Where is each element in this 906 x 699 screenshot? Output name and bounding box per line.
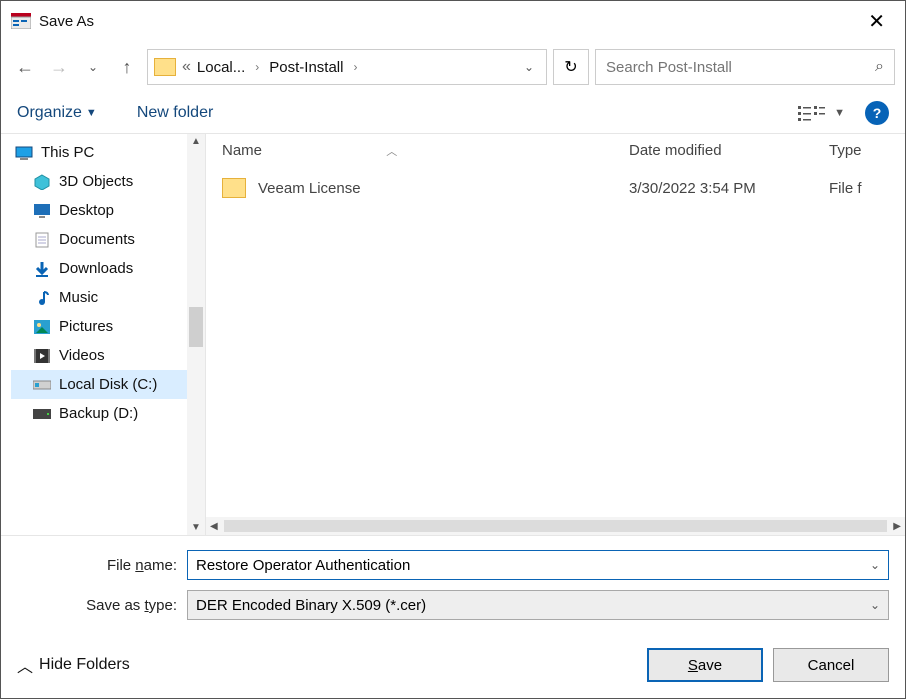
cancel-button[interactable]: Cancel (773, 648, 889, 682)
item-type: File f (829, 180, 889, 197)
view-options-button[interactable]: ▼ (798, 104, 845, 122)
filename-label: File name: (17, 557, 187, 574)
chevron-right-icon[interactable]: › (347, 60, 363, 74)
up-button[interactable]: ↑ (113, 53, 141, 81)
chevron-right-icon[interactable]: › (249, 60, 265, 74)
item-date: 3/30/2022 3:54 PM (629, 180, 829, 197)
tree-music[interactable]: Music (11, 283, 205, 312)
scroll-thumb[interactable] (224, 520, 888, 532)
music-icon (33, 290, 51, 306)
back-button[interactable]: ← (11, 53, 39, 81)
filename-input[interactable] (196, 557, 870, 574)
tree-3d-objects[interactable]: 3D Objects (11, 167, 205, 196)
title-bar: Save As ✕ (1, 1, 905, 41)
toolbar: Organize ▼ New folder ▼ ? (1, 93, 905, 133)
videos-icon (33, 348, 51, 364)
chevron-down-icon: ⌄ (870, 598, 880, 612)
breadcrumb-expand[interactable]: ⌄ (518, 60, 540, 74)
filename-field: File name: ⌄ (17, 550, 889, 580)
footer: File name: ⌄ Save as type: DER Encoded B… (1, 535, 905, 632)
tree-scrollbar[interactable]: ▲ ▼ (187, 134, 205, 535)
filetype-field: Save as type: DER Encoded Binary X.509 (… (17, 590, 889, 620)
drive-icon (33, 377, 51, 393)
tree-documents[interactable]: Documents (11, 225, 205, 254)
this-pc-icon (15, 145, 33, 161)
drive-icon (33, 406, 51, 422)
actions-row: ︿ Hide Folders Save Cancel (1, 632, 905, 698)
chevron-down-icon: ▼ (86, 107, 97, 119)
view-icon (798, 104, 826, 122)
nav-row: ← → ⌄ ↑ « Local... › Post-Install › ⌄ ↻ … (1, 41, 905, 93)
scroll-thumb[interactable] (189, 307, 203, 347)
tree-this-pc[interactable]: This PC (11, 138, 205, 167)
organize-label: Organize (17, 104, 82, 122)
file-list: Name ︿ Date modified Type Veeam License … (206, 134, 905, 535)
sort-icon: ︿ (386, 146, 397, 158)
downloads-icon (33, 261, 51, 277)
list-item[interactable]: Veeam License 3/30/2022 3:54 PM File f (222, 174, 889, 202)
breadcrumb-prefix: « (182, 58, 191, 76)
save-button[interactable]: Save (647, 648, 763, 682)
search-box[interactable]: ⌕ (595, 49, 895, 85)
nav-tree[interactable]: This PC 3D Objects Desktop Documents (1, 134, 206, 535)
breadcrumb[interactable]: « Local... › Post-Install › ⌄ (147, 49, 547, 85)
chevron-down-icon[interactable]: ⌄ (870, 558, 880, 572)
organize-button[interactable]: Organize ▼ (17, 104, 97, 122)
search-icon[interactable]: ⌕ (875, 58, 884, 76)
window-title: Save As (39, 13, 858, 30)
tree-backup-d[interactable]: Backup (D:) (11, 399, 205, 428)
recent-dropdown[interactable]: ⌄ (79, 53, 107, 81)
item-name: Veeam License (258, 180, 629, 197)
hide-folders-button[interactable]: ︿ Hide Folders (17, 653, 130, 677)
folder-icon (154, 58, 176, 76)
app-icon (11, 13, 31, 29)
tree-pictures[interactable]: Pictures (11, 312, 205, 341)
chevron-down-icon: ▼ (834, 107, 845, 119)
scroll-down-icon[interactable]: ▼ (191, 522, 201, 533)
tree-videos[interactable]: Videos (11, 341, 205, 370)
forward-button[interactable]: → (45, 53, 73, 81)
close-icon[interactable]: ✕ (858, 9, 895, 34)
filename-input-wrap[interactable]: ⌄ (187, 550, 889, 580)
list-h-scrollbar[interactable]: ◀ ▶ (206, 517, 905, 535)
documents-icon (33, 232, 51, 248)
filetype-label: Save as type: (17, 597, 187, 614)
objects-3d-icon (33, 174, 51, 190)
search-input[interactable] (606, 59, 875, 76)
col-date[interactable]: Date modified (629, 142, 829, 159)
pictures-icon (33, 319, 51, 335)
chevron-up-icon: ︿ (17, 653, 33, 677)
scroll-left-icon[interactable]: ◀ (210, 521, 218, 532)
desktop-icon (33, 203, 51, 219)
filetype-value: DER Encoded Binary X.509 (*.cer) (196, 597, 426, 614)
breadcrumb-seg-2[interactable]: Post-Install (269, 59, 343, 76)
help-button[interactable]: ? (865, 101, 889, 125)
refresh-button[interactable]: ↻ (553, 49, 589, 85)
scroll-right-icon[interactable]: ▶ (893, 521, 901, 532)
tree-downloads[interactable]: Downloads (11, 254, 205, 283)
tree-local-disk-c[interactable]: Local Disk (C:) (11, 370, 205, 399)
new-folder-button[interactable]: New folder (137, 104, 213, 122)
col-type[interactable]: Type (829, 142, 889, 159)
scroll-up-icon[interactable]: ▲ (191, 136, 201, 147)
list-header[interactable]: Name ︿ Date modified Type (206, 134, 905, 168)
breadcrumb-seg-1[interactable]: Local... (197, 59, 245, 76)
tree-desktop[interactable]: Desktop (11, 196, 205, 225)
filetype-select[interactable]: DER Encoded Binary X.509 (*.cer) ⌄ (187, 590, 889, 620)
col-name[interactable]: Name ︿ (222, 142, 629, 159)
folder-icon (222, 178, 246, 198)
